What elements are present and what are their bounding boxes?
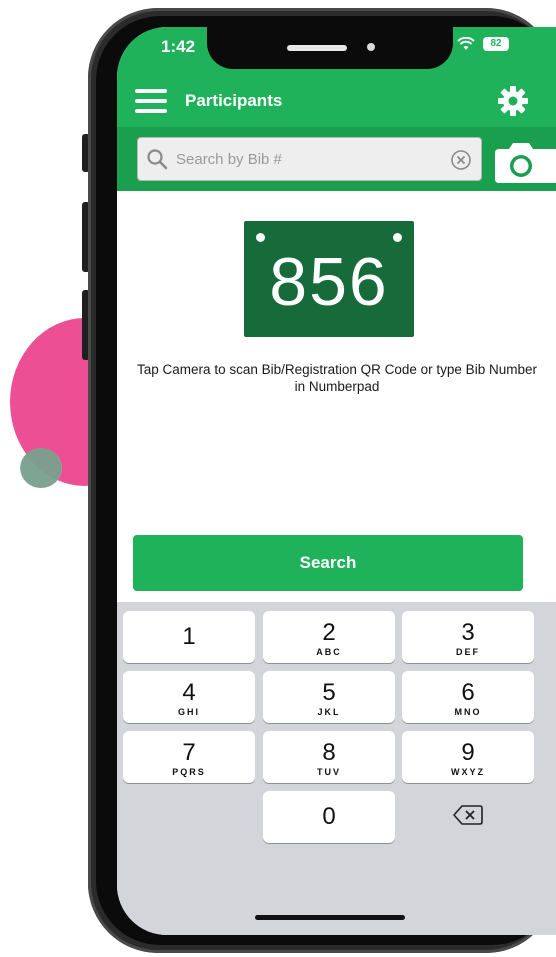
key-digit: 2	[322, 619, 336, 646]
stage: 1:42 82 Participants Search by Bib # 856…	[0, 0, 556, 957]
key-9[interactable]: 9 WXYZ	[402, 731, 534, 783]
key-7[interactable]: 7 PQRS	[123, 731, 255, 783]
camera-icon[interactable]	[491, 139, 556, 185]
key-2[interactable]: 2 ABC	[263, 611, 395, 663]
bib-hole-left	[256, 233, 265, 242]
key-letters: DEF	[456, 647, 480, 657]
gear-icon[interactable]	[497, 85, 529, 117]
clear-circle-icon[interactable]	[450, 149, 472, 171]
key-digit: 7	[182, 739, 196, 766]
key-0[interactable]: 0	[263, 791, 395, 843]
notch	[207, 27, 453, 69]
battery-icon: 82	[483, 37, 509, 51]
numeric-keypad: 1 2 ABC 3 DEF 4 GHI 5 JKL 6 MNO 7 PQRS 8…	[117, 602, 556, 935]
home-indicator[interactable]	[255, 915, 405, 920]
key-digit: 6	[461, 679, 475, 706]
key-1[interactable]: 1	[123, 611, 255, 663]
front-camera	[367, 43, 375, 51]
key-3[interactable]: 3 DEF	[402, 611, 534, 663]
key-5[interactable]: 5 JKL	[263, 671, 395, 723]
key-digit: 1	[182, 623, 196, 650]
app-screen: 1:42 82 Participants Search by Bib # 856…	[117, 27, 556, 935]
key-8[interactable]: 8 TUV	[263, 731, 395, 783]
search-button[interactable]: Search	[133, 535, 523, 591]
key-digit: 8	[322, 739, 336, 766]
key-digit: 0	[322, 803, 336, 830]
key-letters: WXYZ	[451, 767, 485, 777]
key-letters: ABC	[316, 647, 342, 657]
magnifier-icon	[146, 148, 168, 170]
key-letters: GHI	[177, 707, 200, 717]
key-6[interactable]: 6 MNO	[402, 671, 534, 723]
key-letters: JKL	[317, 707, 341, 717]
key-digit: 9	[461, 739, 475, 766]
decorative-overlap-circle	[20, 448, 62, 488]
bib-illustration: 856	[244, 221, 414, 337]
key-letters: PQRS	[172, 767, 206, 777]
wifi-icon	[457, 37, 475, 51]
speaker-grille	[287, 45, 347, 51]
key-letters: MNO	[454, 707, 482, 717]
bib-number: 856	[269, 244, 389, 320]
instruction-text: Tap Camera to scan Bib/Registration QR C…	[137, 362, 537, 394]
status-indicators: 82	[457, 37, 509, 51]
page-title: Participants	[185, 91, 283, 110]
key-digit: 3	[461, 619, 475, 646]
hamburger-menu-icon[interactable]	[135, 89, 167, 115]
search-box	[137, 137, 482, 181]
status-time: 1:42	[161, 37, 196, 56]
key-letters: TUV	[317, 767, 341, 777]
key-digit: 4	[182, 679, 196, 706]
bib-hole-right	[393, 233, 402, 242]
key-digit: 5	[322, 679, 336, 706]
key-4[interactable]: 4 GHI	[123, 671, 255, 723]
search-input[interactable]	[176, 138, 436, 180]
backspace-icon	[453, 804, 483, 831]
backspace-key[interactable]	[402, 791, 534, 843]
